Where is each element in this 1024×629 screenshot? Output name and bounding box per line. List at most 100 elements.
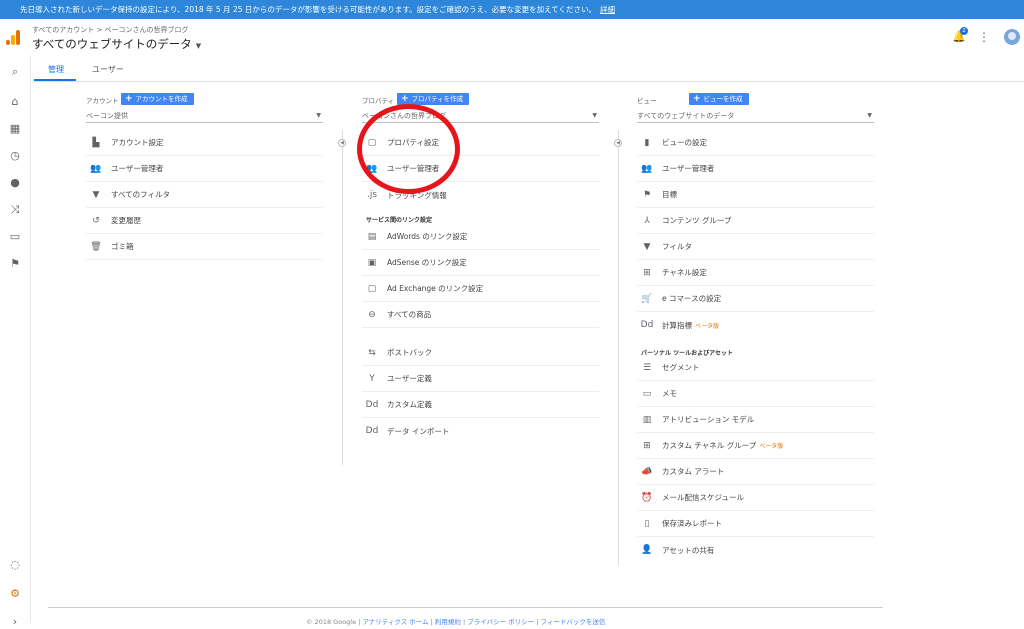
- banner-text: 先日導入された新しいデータ保持の設定により、2018 年 5 月 25 日からの…: [20, 5, 597, 14]
- avatar[interactable]: [1004, 29, 1020, 45]
- acquisition-icon[interactable]: ⤨: [8, 203, 22, 217]
- adwords-link-item[interactable]: ▤ AdWords のリンク設定: [362, 224, 599, 250]
- adwords-icon: ▤: [367, 231, 377, 242]
- adsense-link-item[interactable]: ▣ AdSense のリンク設定: [362, 250, 599, 276]
- realtime-clock-icon[interactable]: ◷: [8, 149, 22, 163]
- expand-chevron-icon[interactable]: ›: [8, 615, 22, 629]
- attribution-models-item[interactable]: ▥ アトリビューション モデル: [637, 407, 874, 433]
- behavior-icon[interactable]: ▭: [8, 230, 22, 244]
- item-label: Ad Exchange のリンク設定: [387, 284, 484, 293]
- footer-link-feedback[interactable]: フィードバックを送信: [541, 618, 606, 626]
- item-label: AdWords のリンク設定: [387, 232, 468, 241]
- breadcrumb[interactable]: すべてのアカウント > ベーコンさんの哲界ブログ: [32, 25, 189, 35]
- alarm-clock-icon: ⏰: [641, 492, 653, 503]
- all-filters-item[interactable]: ▼ すべてのフィルタ: [86, 182, 323, 208]
- ecommerce-settings-item[interactable]: 🛒 e コマースの設定: [637, 286, 874, 312]
- item-label: カスタム チャネル グループ: [662, 441, 757, 450]
- admin-gear-icon[interactable]: ⚙: [8, 587, 22, 601]
- item-label: 目標: [662, 190, 677, 199]
- banner-details-link[interactable]: 詳細: [600, 5, 615, 14]
- user-definition-item[interactable]: Y ユーザー定義: [362, 366, 599, 392]
- account-settings-item[interactable]: ▙ アカウント設定: [86, 130, 323, 156]
- footer-divider: [48, 607, 883, 608]
- change-history-item[interactable]: ↺ 変更履歴: [86, 208, 323, 234]
- create-view-label: ビューを作成: [703, 95, 743, 103]
- create-account-button[interactable]: + アカウントを作成: [121, 93, 194, 105]
- dd-icon: Dd: [365, 399, 379, 410]
- view-dropdown[interactable]: すべてのウェブサイトのデータ ▼: [637, 109, 874, 123]
- conversions-flag-icon[interactable]: ⚑: [8, 257, 22, 271]
- saved-reports-item[interactable]: ▯ 保存済みレポート: [637, 511, 874, 537]
- footer-link-privacy[interactable]: プライバシー ポリシー: [467, 618, 534, 626]
- item-label: セグメント: [662, 363, 700, 372]
- item-label: メール配信スケジュール: [662, 493, 744, 502]
- left-navigation: ⌕ ⌂ ▦ ◷ ● ⤨ ▭ ⚑ ◌ ⚙ ›: [0, 55, 31, 628]
- custom-channel-groups-item[interactable]: ⊞ カスタム チャネル グループ ベータ版: [637, 433, 874, 459]
- analytics-logo-icon[interactable]: [6, 29, 22, 45]
- tab-admin[interactable]: 管理: [48, 64, 64, 75]
- link-settings-heading: サービス間のリンク設定: [366, 217, 433, 224]
- trash-icon: 🗑: [90, 241, 102, 252]
- account-user-management-item[interactable]: 👥 ユーザー管理者: [86, 156, 323, 182]
- item-label: アトリビューション モデル: [662, 415, 755, 424]
- collapse-arrow-icon[interactable]: ◀: [614, 139, 622, 147]
- account-selected: ベーコン提供: [86, 112, 128, 120]
- postback-item[interactable]: ⇆ ポストバック: [362, 340, 599, 366]
- data-retention-banner: 先日導入された新しいデータ保持の設定により、2018 年 5 月 25 日からの…: [0, 0, 1024, 19]
- view-selected: すべてのウェブサイトのデータ: [637, 112, 735, 120]
- annotations-item[interactable]: ▭ メモ: [637, 381, 874, 407]
- history-icon: ↺: [92, 215, 100, 226]
- view-user-management-item[interactable]: 👥 ユーザー管理者: [637, 156, 874, 182]
- adsense-icon: ▣: [367, 257, 377, 268]
- footer-link-terms[interactable]: 利用規約: [435, 618, 461, 626]
- plus-icon: +: [693, 94, 701, 104]
- comment-icon: ▭: [642, 388, 652, 399]
- person-add-icon: 👤: [641, 545, 653, 555]
- people-icon: 👥: [90, 163, 102, 174]
- calculated-metrics-item[interactable]: Dd 計算指標 ベータ版: [637, 312, 874, 338]
- custom-alerts-item[interactable]: 📣 カスタム アラート: [637, 459, 874, 485]
- channel-settings-item[interactable]: ⊞ チャネル設定: [637, 260, 874, 286]
- copyright: © 2018 Google |: [306, 618, 361, 626]
- collapse-arrow-icon[interactable]: ◀: [338, 139, 346, 147]
- share-assets-item[interactable]: 👤 アセットの共有: [637, 537, 874, 563]
- adexchange-icon: ▢: [367, 283, 377, 294]
- trash-item[interactable]: 🗑 ゴミ箱: [86, 234, 323, 260]
- filter-icon: ▼: [643, 241, 651, 252]
- item-label: 変更履歴: [111, 216, 141, 225]
- item-label: ポストバック: [387, 348, 432, 357]
- data-import-item[interactable]: Dd データ インポート: [362, 418, 599, 444]
- scheduled-emails-item[interactable]: ⏰ メール配信スケジュール: [637, 485, 874, 511]
- customization-icon[interactable]: ▦: [8, 122, 22, 136]
- content-grouping-item[interactable]: ⅄ コンテンツ グループ: [637, 208, 874, 234]
- item-label: カスタム アラート: [662, 467, 725, 476]
- create-view-button[interactable]: + ビューを作成: [689, 93, 749, 105]
- account-dropdown[interactable]: ベーコン提供 ▼: [86, 109, 323, 123]
- adexchange-link-item[interactable]: ▢ Ad Exchange のリンク設定: [362, 276, 599, 302]
- audience-person-icon[interactable]: ●: [8, 176, 22, 190]
- segments-item[interactable]: ☰ セグメント: [637, 355, 874, 381]
- more-options-icon[interactable]: ⋮: [978, 30, 990, 44]
- home-icon[interactable]: ⌂: [8, 95, 22, 109]
- item-label: アセットの共有: [662, 545, 715, 555]
- app-header: すべてのアカウント > ベーコンさんの哲界ブログ すべてのウェブサイトのデータ ▼…: [0, 19, 1024, 55]
- all-products-item[interactable]: ⊖ すべての商品: [362, 302, 599, 328]
- column-divider: [342, 130, 343, 465]
- item-label: カスタム定義: [387, 400, 432, 409]
- account-selector[interactable]: すべてのウェブサイトのデータ ▼: [32, 36, 201, 52]
- channel-icon: ⊞: [643, 267, 651, 278]
- notifications-bell-icon[interactable]: 🔔 2: [952, 27, 968, 44]
- view-settings-item[interactable]: ▮ ビューの設定: [637, 130, 874, 156]
- segment-icon: ☰: [642, 362, 652, 373]
- lightbulb-icon[interactable]: ◌: [8, 558, 22, 572]
- active-tab-indicator: [34, 79, 76, 81]
- item-label: ゴミ箱: [111, 242, 134, 251]
- view-filters-item[interactable]: ▼ フィルタ: [637, 234, 874, 260]
- dd-icon: Dd: [640, 320, 654, 330]
- item-label: AdSense のリンク設定: [387, 258, 467, 267]
- footer-link-analytics-home[interactable]: アナリティクス ホーム: [362, 618, 428, 626]
- custom-definitions-item[interactable]: Dd カスタム定義: [362, 392, 599, 418]
- goals-item[interactable]: ⚑ 目標: [637, 182, 874, 208]
- tab-user[interactable]: ユーザー: [92, 64, 124, 75]
- search-icon[interactable]: ⌕: [8, 65, 22, 79]
